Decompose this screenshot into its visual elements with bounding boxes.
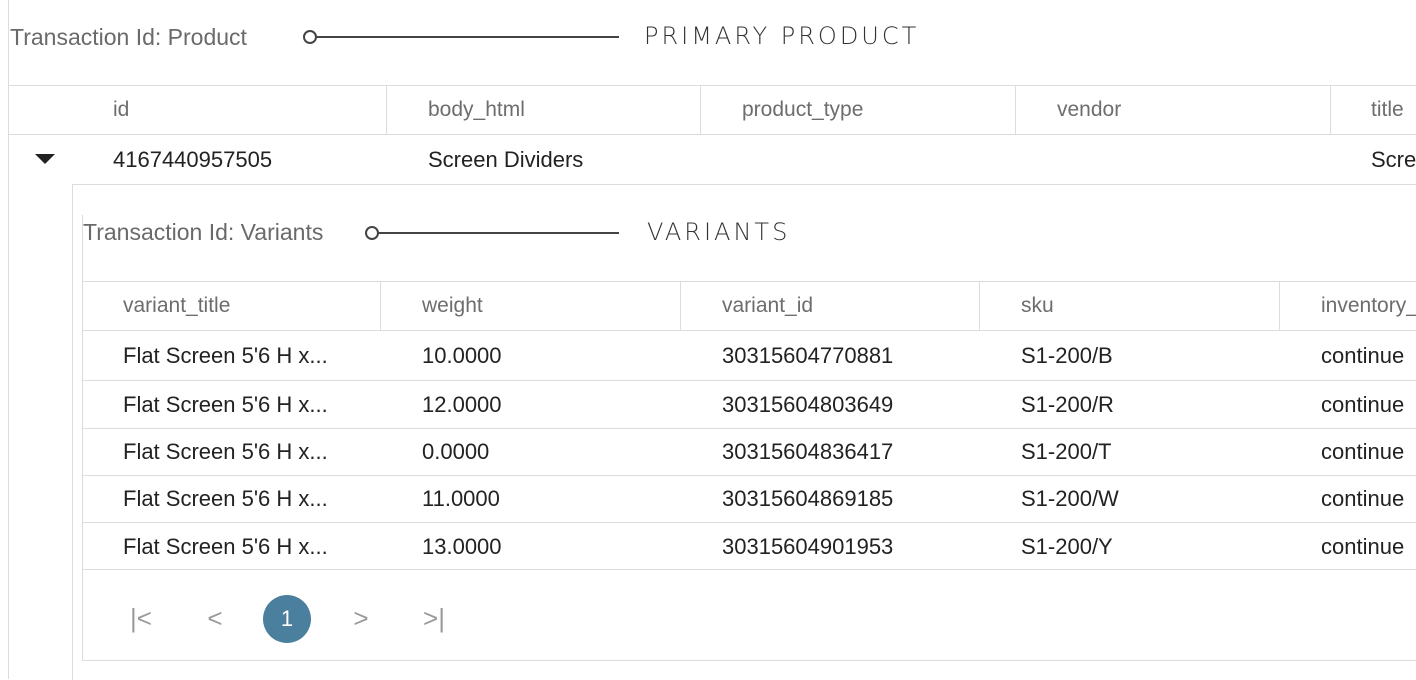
col-header-weight[interactable]: weight [422,294,483,318]
col-header-vendor[interactable]: vendor [1057,98,1121,122]
variant-cell-weight[interactable]: 13.0000 [422,534,502,560]
table-row-divider [82,428,1416,429]
col-header-product-type[interactable]: product_type [742,98,863,122]
variant-cell-sku[interactable]: S1-200/R [1021,392,1114,418]
variant-cell-weight[interactable]: 12.0000 [422,392,502,418]
primary-cell-body-html[interactable]: Screen Dividers [428,147,583,173]
primary-connector-icon [303,30,619,44]
variants-header-bottom-border [82,330,1416,331]
variant-cell-id[interactable]: 30315604901953 [722,534,893,560]
table-row-divider [82,475,1416,476]
col-header-id[interactable]: id [113,98,129,122]
col-header-title[interactable]: title [1371,98,1404,122]
outer-left-border [8,0,9,679]
variant-cell-inventory[interactable]: continue [1321,534,1404,560]
column-separator[interactable] [380,282,381,330]
column-separator[interactable] [1330,86,1331,134]
variant-cell-sku[interactable]: S1-200/W [1021,486,1119,512]
variant-cell-id[interactable]: 30315604803649 [722,392,893,418]
table-row-divider [82,380,1416,381]
primary-grid-top-border [8,85,1416,86]
column-separator[interactable] [386,86,387,134]
primary-header-bottom-border [8,134,1416,135]
col-header-variant-id[interactable]: variant_id [722,294,813,318]
variant-cell-title[interactable]: Flat Screen 5'6 H x... [123,343,328,369]
table-row-divider [82,569,1416,570]
column-separator[interactable] [680,282,681,330]
variant-cell-title[interactable]: Flat Screen 5'6 H x... [123,486,328,512]
variant-cell-inventory[interactable]: continue [1321,392,1404,418]
variant-cell-sku[interactable]: S1-200/Y [1021,534,1113,560]
variant-cell-inventory[interactable]: continue [1321,486,1404,512]
primary-cell-title[interactable]: Scre [1371,147,1416,173]
col-header-sku[interactable]: sku [1021,294,1054,318]
column-separator[interactable] [1015,86,1016,134]
variant-cell-weight[interactable]: 0.0000 [422,439,489,465]
col-header-inventory[interactable]: inventory_ [1321,294,1416,318]
variants-connector-icon [365,226,619,240]
variants-section-title: VARIANTS [647,218,791,246]
page-button-current[interactable]: 1 [263,595,311,643]
col-header-body-html[interactable]: body_html [428,98,525,122]
table-row-divider [82,522,1416,523]
variant-cell-sku[interactable]: S1-200/T [1021,439,1112,465]
variant-cell-weight[interactable]: 10.0000 [422,343,502,369]
variant-cell-weight[interactable]: 11.0000 [422,486,500,512]
next-page-icon[interactable]: > [341,603,381,634]
column-separator[interactable] [979,282,980,330]
variants-transaction-label: Transaction Id: Variants [83,219,324,245]
variant-cell-title[interactable]: Flat Screen 5'6 H x... [123,392,328,418]
prev-page-icon[interactable]: < [195,603,235,634]
col-header-variant-title[interactable]: variant_title [123,294,230,318]
variant-cell-sku[interactable]: S1-200/B [1021,343,1113,369]
primary-transaction-label: Transaction Id: Product [10,24,247,50]
last-page-icon[interactable]: >| [414,603,454,634]
variant-cell-inventory[interactable]: continue [1321,343,1404,369]
variant-cell-title[interactable]: Flat Screen 5'6 H x... [123,534,328,560]
expand-caret-down-icon[interactable] [35,154,55,164]
primary-section-title: PRIMARY PRODUCT [644,22,920,50]
column-separator[interactable] [700,86,701,134]
variant-cell-id[interactable]: 30315604836417 [722,439,893,465]
column-separator[interactable] [1279,282,1280,330]
variant-cell-id[interactable]: 30315604770881 [722,343,893,369]
variant-cell-id[interactable]: 30315604869185 [722,486,893,512]
variant-cell-inventory[interactable]: continue [1321,439,1404,465]
variant-cell-title[interactable]: Flat Screen 5'6 H x... [123,439,328,465]
primary-cell-id[interactable]: 4167440957505 [113,147,272,173]
first-page-icon[interactable]: |< [121,603,161,634]
